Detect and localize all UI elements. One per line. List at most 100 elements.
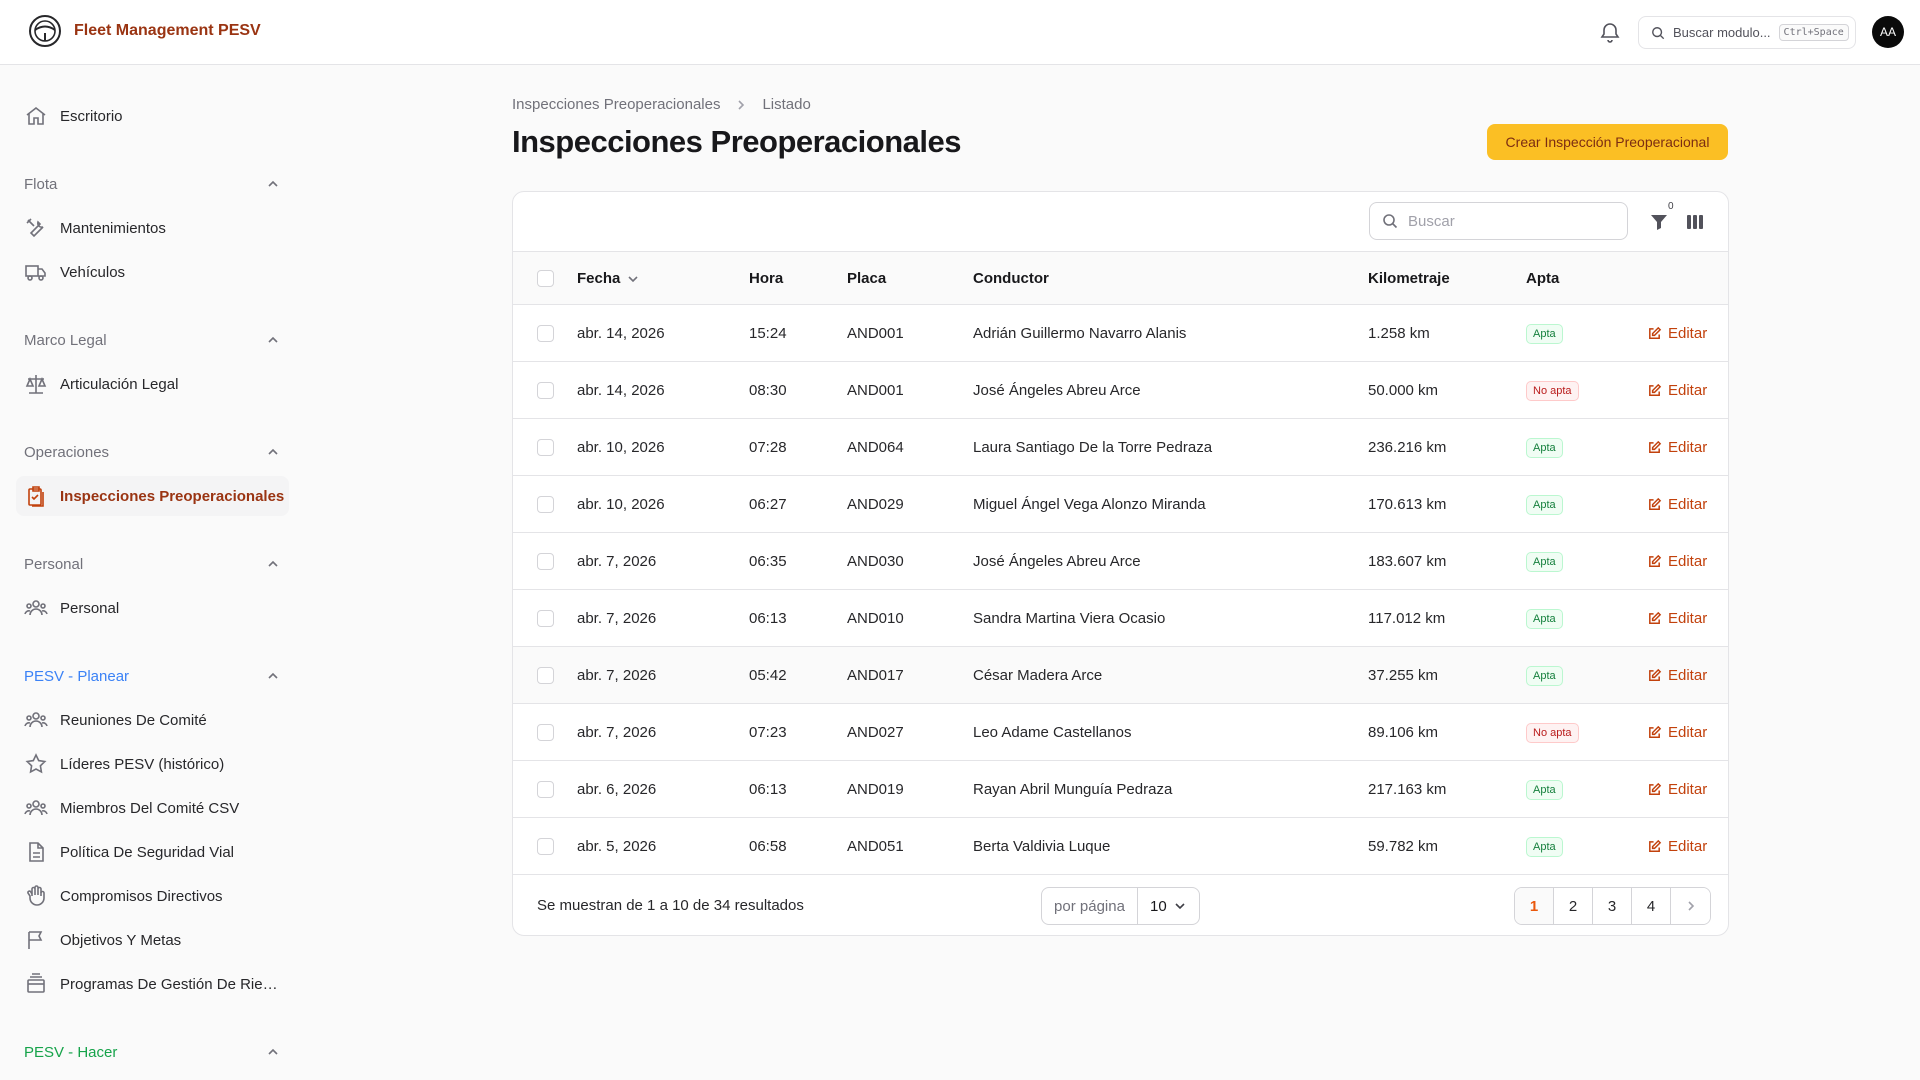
edit-button[interactable]: Editar — [1647, 761, 1707, 818]
cell-hora: 15:24 — [749, 325, 787, 342]
edit-button[interactable]: Editar — [1647, 704, 1707, 761]
per-page-value[interactable]: 10 — [1138, 888, 1199, 924]
group-marco-legal[interactable]: Marco Legal — [24, 328, 280, 352]
filter-icon[interactable] — [1649, 212, 1669, 232]
table-search-input[interactable] — [1408, 212, 1608, 230]
table-row[interactable]: abr. 7, 2026 05:42 AND017 César Madera Arce… — [513, 647, 1728, 704]
row-checkbox[interactable] — [537, 667, 554, 684]
pencil-square-icon — [1649, 725, 1662, 738]
brand[interactable]: Fleet Management PESV — [28, 14, 261, 48]
sidebar-item-mantenimientos[interactable]: Mantenimientos — [16, 208, 289, 248]
edit-button[interactable]: Editar — [1647, 419, 1707, 476]
row-checkbox[interactable] — [537, 724, 554, 741]
sidebar-item-objetivos[interactable]: Objetivos Y Metas — [16, 920, 289, 960]
sidebar-item-label: Compromisos Directivos — [60, 887, 223, 905]
create-inspection-button[interactable]: Crear Inspección Preoperacional — [1487, 124, 1728, 160]
sidebar-item-miembros[interactable]: Miembros Del Comité CSV — [16, 788, 289, 828]
edit-button[interactable]: Editar — [1647, 476, 1707, 533]
cell-hora: 08:30 — [749, 382, 787, 399]
table-row[interactable]: abr. 10, 2026 06:27 AND029 Miguel Ángel Veg… — [513, 476, 1728, 533]
sidebar-item-label: Miembros Del Comité CSV — [60, 799, 240, 817]
row-checkbox[interactable] — [537, 382, 554, 399]
pencil-square-icon — [1649, 668, 1662, 681]
module-search[interactable]: Buscar modulo... Ctrl+Space — [1638, 16, 1856, 49]
scale-icon — [25, 375, 47, 394]
cell-fecha: abr. 7, 2026 — [577, 553, 657, 570]
cell-hora: 06:35 — [749, 553, 787, 570]
table-search[interactable] — [1369, 202, 1628, 240]
row-checkbox[interactable] — [537, 838, 554, 855]
clipboard-check-icon — [28, 486, 44, 507]
status-badge: Apta — [1526, 494, 1563, 515]
page-button-4[interactable]: 4 — [1632, 888, 1671, 924]
pagination: 1 2 3 4 — [1514, 887, 1711, 925]
sidebar-item-label: Personal — [60, 599, 120, 617]
edit-button[interactable]: Editar — [1647, 818, 1707, 875]
column-conductor: Conductor — [973, 252, 1049, 305]
sidebar-item-lideres[interactable]: Líderes PESV (histórico) — [16, 744, 289, 784]
column-label: Fecha — [577, 270, 621, 287]
row-checkbox[interactable] — [537, 496, 554, 513]
table-row[interactable]: abr. 7, 2026 06:35 AND030 José Ángeles Abre… — [513, 533, 1728, 590]
table-row[interactable]: abr. 14, 2026 08:30 AND001 José Ángeles Abr… — [513, 362, 1728, 419]
avatar[interactable]: AA — [1872, 16, 1904, 48]
edit-button[interactable]: Editar — [1647, 533, 1707, 590]
column-fecha[interactable]: Fecha — [577, 252, 640, 305]
row-checkbox[interactable] — [537, 325, 554, 342]
sidebar-item-vehiculos[interactable]: Vehículos — [16, 252, 289, 292]
sidebar-item-programas[interactable]: Programas De Gestión De Riesgos — [16, 964, 289, 1004]
sidebar-item-compromisos[interactable]: Compromisos Directivos — [16, 876, 289, 916]
table-header: Fecha Hora Placa Conductor Kilometraje A… — [513, 252, 1728, 305]
edit-button[interactable]: Editar — [1647, 362, 1707, 419]
table-row[interactable]: abr. 7, 2026 07:23 AND027 Leo Adame Castell… — [513, 704, 1728, 761]
page-button-1[interactable]: 1 — [1515, 888, 1554, 924]
cell-conductor: Adrián Guillermo Navarro Alanis — [973, 325, 1187, 342]
search-icon — [1652, 26, 1665, 39]
sidebar-item-personal[interactable]: Personal — [16, 588, 289, 628]
sidebar-item-inspecciones[interactable]: Inspecciones Preoperacionales — [16, 476, 289, 516]
table-row[interactable]: abr. 5, 2026 06:58 AND051 Berta Valdivia Lu… — [513, 818, 1728, 875]
wrench-screwdriver-icon — [26, 218, 44, 238]
sidebar-item-politica[interactable]: Política De Seguridad Vial — [16, 832, 289, 872]
columns-icon[interactable] — [1685, 212, 1705, 232]
edit-button[interactable]: Editar — [1647, 647, 1707, 704]
pencil-square-icon — [1649, 782, 1662, 795]
sidebar-item-reuniones[interactable]: Reuniones De Comité — [16, 700, 289, 740]
breadcrumb-parent[interactable]: Inspecciones Preoperacionales — [512, 96, 720, 113]
row-checkbox[interactable] — [537, 781, 554, 798]
status-badge: Apta — [1526, 665, 1563, 686]
star-icon — [25, 753, 47, 774]
table-row[interactable]: abr. 7, 2026 06:13 AND010 Sandra Martina Vi… — [513, 590, 1728, 647]
sidebar-item-escritorio[interactable]: Escritorio — [16, 96, 289, 136]
truck-icon — [25, 265, 46, 281]
column-label: Conductor — [973, 270, 1049, 287]
group-operaciones[interactable]: Operaciones — [24, 440, 280, 464]
users-icon — [24, 712, 48, 728]
group-pesv-hacer[interactable]: PESV - Hacer — [24, 1040, 280, 1064]
edit-button[interactable]: Editar — [1647, 305, 1707, 362]
group-flota[interactable]: Flota — [24, 172, 280, 196]
breadcrumb-current: Listado — [762, 96, 811, 113]
table-row[interactable]: abr. 14, 2026 15:24 AND001 Adrián Guillermo… — [513, 305, 1728, 362]
group-personal[interactable]: Personal — [24, 552, 280, 576]
cell-fecha: abr. 7, 2026 — [577, 724, 657, 741]
cell-conductor: Leo Adame Castellanos — [973, 724, 1132, 741]
per-page-label: por página — [1042, 888, 1138, 924]
group-pesv-planear[interactable]: PESV - Planear — [24, 664, 280, 688]
page-button-3[interactable]: 3 — [1593, 888, 1632, 924]
select-all-checkbox[interactable] — [537, 270, 554, 287]
row-checkbox[interactable] — [537, 610, 554, 627]
column-label: Apta — [1526, 270, 1560, 287]
row-checkbox[interactable] — [537, 553, 554, 570]
table-row[interactable]: abr. 6, 2026 06:13 AND019 Rayan Abril Mungu… — [513, 761, 1728, 818]
table-row[interactable]: abr. 10, 2026 07:28 AND064 Laura Santiago D… — [513, 419, 1728, 476]
cell-fecha: abr. 5, 2026 — [577, 838, 657, 855]
bell-icon[interactable] — [1598, 20, 1622, 44]
page-button-2[interactable]: 2 — [1554, 888, 1593, 924]
next-page-button[interactable] — [1671, 888, 1710, 924]
per-page-select[interactable]: por página 10 — [1041, 887, 1200, 925]
edit-button[interactable]: Editar — [1647, 590, 1707, 647]
sidebar-item-label: Inspecciones Preoperacionales — [60, 487, 285, 505]
row-checkbox[interactable] — [537, 439, 554, 456]
sidebar-item-articulacion-legal[interactable]: Articulación Legal — [16, 364, 289, 404]
